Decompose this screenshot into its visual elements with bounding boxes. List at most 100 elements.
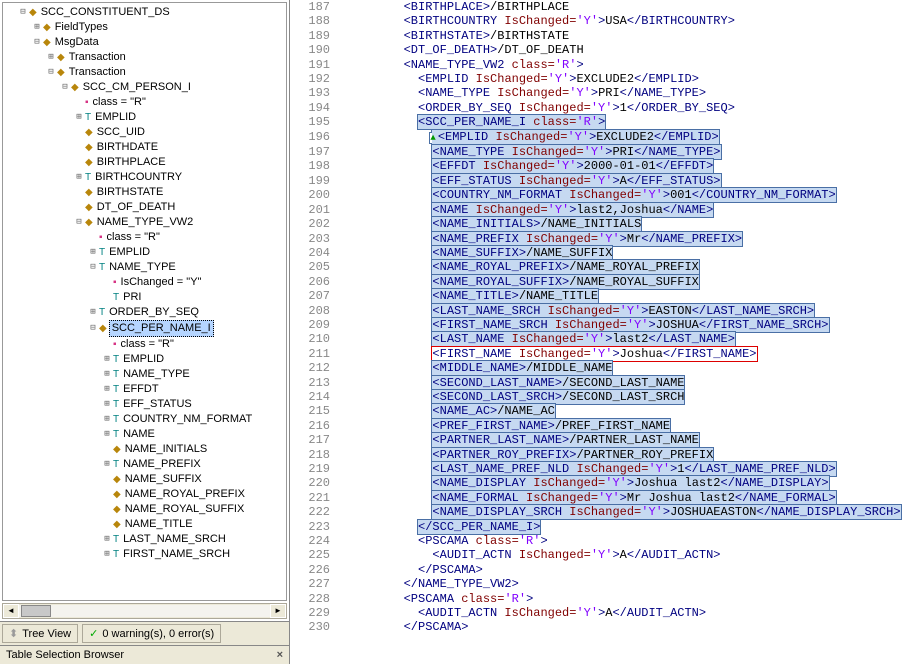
tree-node[interactable]: ⊞TEFF_STATUS: [3, 397, 286, 412]
code-line[interactable]: 226 </PSCAMA>: [290, 563, 903, 577]
tree-node[interactable]: ⊞TNAME_PREFIX: [3, 457, 286, 472]
code-line[interactable]: 189 <BIRTHSTATE>/BIRTHSTATE: [290, 29, 903, 43]
code-line[interactable]: 209 <FIRST_NAME_SRCH IsChanged='Y'>JOSHU…: [290, 318, 903, 332]
code-editor[interactable]: 187 <BIRTHPLACE>/BIRTHPLACE188 <BIRTHCOU…: [290, 0, 903, 664]
expand-icon[interactable]: ⊞: [101, 382, 113, 397]
code-line[interactable]: 219 <LAST_NAME_PREF_NLD IsChanged='Y'>1<…: [290, 462, 903, 476]
code-line[interactable]: 193 <NAME_TYPE IsChanged='Y'>PRI</NAME_T…: [290, 86, 903, 100]
tree-view-button[interactable]: ⬍ Tree View: [2, 624, 78, 643]
tree-node[interactable]: ▪class = "R": [3, 95, 286, 110]
horizontal-scrollbar[interactable]: ◄ ►: [2, 603, 287, 619]
expand-icon[interactable]: ⊞: [45, 50, 57, 65]
tree-view[interactable]: ⊟◆SCC_CONSTITUENT_DS⊞◆FieldTypes⊟◆MsgDat…: [2, 2, 287, 601]
code-line[interactable]: 199 <EFF_STATUS IsChanged='Y'>A</EFF_STA…: [290, 174, 903, 188]
tree-node[interactable]: TPRI: [3, 290, 286, 305]
code-line[interactable]: 203 <NAME_PREFIX IsChanged='Y'>Mr</NAME_…: [290, 232, 903, 246]
tree-node[interactable]: ⊞TEMPLID: [3, 245, 286, 260]
code-line[interactable]: 208 <LAST_NAME_SRCH IsChanged='Y'>EASTON…: [290, 304, 903, 318]
code-line[interactable]: 217 <PARTNER_LAST_NAME>/PARTNER_LAST_NAM…: [290, 433, 903, 447]
code-line[interactable]: 190 <DT_OF_DEATH>/DT_OF_DEATH: [290, 43, 903, 57]
code-line[interactable]: 201 <NAME IsChanged='Y'>last2,Joshua</NA…: [290, 203, 903, 217]
tree-node[interactable]: ⊟◆Transaction: [3, 65, 286, 80]
code-line[interactable]: 196 ▲<EMPLID IsChanged='Y'>EXCLUDE2</EMP…: [290, 130, 903, 145]
tree-node[interactable]: ⊞TCOUNTRY_NM_FORMAT: [3, 412, 286, 427]
expand-icon[interactable]: ⊞: [101, 427, 113, 442]
code-line[interactable]: 205 <NAME_ROYAL_PREFIX>/NAME_ROYAL_PREFI…: [290, 260, 903, 274]
tree-node[interactable]: ⊟TNAME_TYPE: [3, 260, 286, 275]
tree-node[interactable]: ⊞TLAST_NAME_SRCH: [3, 532, 286, 547]
collapse-icon[interactable]: ⊟: [87, 260, 99, 275]
tree-node[interactable]: ⊞◆FieldTypes: [3, 20, 286, 35]
tree-node[interactable]: ⊞TEFFDT: [3, 382, 286, 397]
tree-node[interactable]: ⊟◆SCC_CONSTITUENT_DS: [3, 5, 286, 20]
tree-node[interactable]: ◆NAME_ROYAL_SUFFIX: [3, 502, 286, 517]
tree-node[interactable]: ⊞◆Transaction: [3, 50, 286, 65]
tree-node[interactable]: ◆SCC_UID: [3, 125, 286, 140]
tree-node[interactable]: ◆NAME_SUFFIX: [3, 472, 286, 487]
tree-node[interactable]: ◆NAME_INITIALS: [3, 442, 286, 457]
scroll-track[interactable]: [19, 605, 270, 617]
code-line[interactable]: 228 <PSCAMA class='R'>: [290, 592, 903, 606]
tree-node[interactable]: ▪class = "R": [3, 230, 286, 245]
expand-icon[interactable]: ⊞: [73, 110, 85, 125]
code-line[interactable]: 216 <PREF_FIRST_NAME>/PREF_FIRST_NAME: [290, 419, 903, 433]
tree-node[interactable]: ◆NAME_TITLE: [3, 517, 286, 532]
code-line[interactable]: 211 <FIRST_NAME IsChanged='Y'>Joshua</FI…: [290, 347, 903, 361]
expand-icon[interactable]: ⊞: [31, 20, 43, 35]
tree-node[interactable]: ⊟◆SCC_CM_PERSON_I: [3, 80, 286, 95]
code-line[interactable]: 210 <LAST_NAME IsChanged='Y'>last2</LAST…: [290, 332, 903, 346]
code-line[interactable]: 204 <NAME_SUFFIX>/NAME_SUFFIX: [290, 246, 903, 260]
code-line[interactable]: 188 <BIRTHCOUNTRY IsChanged='Y'>USA</BIR…: [290, 14, 903, 28]
tree-node[interactable]: ⊞TNAME_TYPE: [3, 367, 286, 382]
code-line[interactable]: 221 <NAME_FORMAL IsChanged='Y'>Mr Joshua…: [290, 491, 903, 505]
code-line[interactable]: 213 <SECOND_LAST_NAME>/SECOND_LAST_NAME: [290, 376, 903, 390]
expand-icon[interactable]: ⊞: [101, 397, 113, 412]
tree-node[interactable]: ◆BIRTHDATE: [3, 140, 286, 155]
collapse-icon[interactable]: ⊟: [31, 35, 43, 50]
expand-icon[interactable]: ⊞: [101, 412, 113, 427]
tree-node[interactable]: ◆BIRTHPLACE: [3, 155, 286, 170]
code-line[interactable]: 223 </SCC_PER_NAME_I>: [290, 520, 903, 534]
tree-node[interactable]: ⊞TNAME: [3, 427, 286, 442]
scroll-left-icon[interactable]: ◄: [3, 604, 19, 618]
code-line[interactable]: 198 <EFFDT IsChanged='Y'>2000-01-01</EFF…: [290, 159, 903, 173]
collapse-icon[interactable]: ⊟: [73, 215, 85, 230]
expand-icon[interactable]: ⊞: [87, 305, 99, 320]
tree-node[interactable]: ⊞TBIRTHCOUNTRY: [3, 170, 286, 185]
tree-node[interactable]: ⊞TORDER_BY_SEQ: [3, 305, 286, 320]
tree-node[interactable]: ▪class = "R": [3, 337, 286, 352]
tree-node[interactable]: ⊟◆MsgData: [3, 35, 286, 50]
tree-node[interactable]: ⊟◆SCC_PER_NAME_I: [3, 320, 286, 337]
code-line[interactable]: 200 <COUNTRY_NM_FORMAT IsChanged='Y'>001…: [290, 188, 903, 202]
code-line[interactable]: 215 <NAME_AC>/NAME_AC: [290, 404, 903, 418]
code-line[interactable]: 218 <PARTNER_ROY_PREFIX>/PARTNER_ROY_PRE…: [290, 448, 903, 462]
collapse-icon[interactable]: ⊟: [87, 321, 99, 336]
collapse-icon[interactable]: ⊟: [45, 65, 57, 80]
expand-icon[interactable]: ⊞: [87, 245, 99, 260]
close-icon[interactable]: ×: [277, 649, 283, 661]
expand-icon[interactable]: ⊞: [73, 170, 85, 185]
code-line[interactable]: 212 <MIDDLE_NAME>/MIDDLE_NAME: [290, 361, 903, 375]
collapse-icon[interactable]: ⊟: [17, 5, 29, 20]
tree-node[interactable]: ⊞TEMPLID: [3, 352, 286, 367]
collapse-icon[interactable]: ⊟: [59, 80, 71, 95]
code-line[interactable]: 224 <PSCAMA class='R'>: [290, 534, 903, 548]
code-line[interactable]: 225 <AUDIT_ACTN IsChanged='Y'>A</AUDIT_A…: [290, 548, 903, 562]
code-line[interactable]: 229 <AUDIT_ACTN IsChanged='Y'>A</AUDIT_A…: [290, 606, 903, 620]
code-line[interactable]: 194 <ORDER_BY_SEQ IsChanged='Y'>1</ORDER…: [290, 101, 903, 115]
code-line[interactable]: 207 <NAME_TITLE>/NAME_TITLE: [290, 289, 903, 303]
warnings-button[interactable]: ✓ 0 warning(s), 0 error(s): [82, 624, 221, 643]
code-line[interactable]: 197 <NAME_TYPE IsChanged='Y'>PRI</NAME_T…: [290, 145, 903, 159]
code-line[interactable]: 220 <NAME_DISPLAY IsChanged='Y'>Joshua l…: [290, 476, 903, 490]
expand-icon[interactable]: ⊞: [101, 352, 113, 367]
expand-icon[interactable]: ⊞: [101, 532, 113, 547]
tree-node[interactable]: ▪IsChanged = "Y": [3, 275, 286, 290]
code-line[interactable]: 195 <SCC_PER_NAME_I class='R'>: [290, 115, 903, 129]
tree-node[interactable]: ◆DT_OF_DEATH: [3, 200, 286, 215]
code-line[interactable]: 192 <EMPLID IsChanged='Y'>EXCLUDE2</EMPL…: [290, 72, 903, 86]
tree-node[interactable]: ⊞TFIRST_NAME_SRCH: [3, 547, 286, 562]
code-line[interactable]: 230 </PSCAMA>: [290, 620, 903, 634]
tree-node[interactable]: ◆BIRTHSTATE: [3, 185, 286, 200]
code-line[interactable]: 206 <NAME_ROYAL_SUFFIX>/NAME_ROYAL_SUFFI…: [290, 275, 903, 289]
tree-node[interactable]: ⊞TEMPLID: [3, 110, 286, 125]
